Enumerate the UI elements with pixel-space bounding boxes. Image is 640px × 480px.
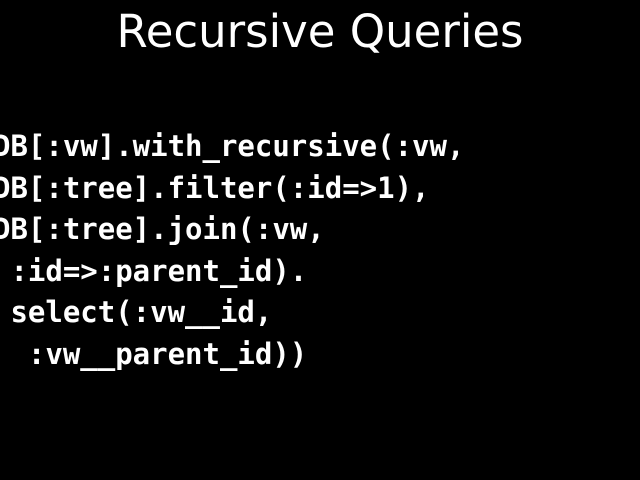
slide-title: Recursive Queries <box>116 5 524 58</box>
code-snippet: DB[:vw].with_recursive(:vw, DB[:tree].fil… <box>0 126 464 375</box>
code-line: DB[:vw].with_recursive(:vw, <box>0 129 465 163</box>
code-line: :id=>:parent_id). <box>0 253 308 288</box>
code-line: DB[:tree].filter(:id=>1), <box>0 170 430 205</box>
code-line: DB[:tree].join(:vw, <box>0 212 325 246</box>
code-line: :vw__parent_id)) <box>0 336 308 371</box>
code-line: select(:vw__id, <box>0 295 273 329</box>
presentation-slide: Recursive Queries DB[:vw].with_recursive… <box>0 0 640 480</box>
